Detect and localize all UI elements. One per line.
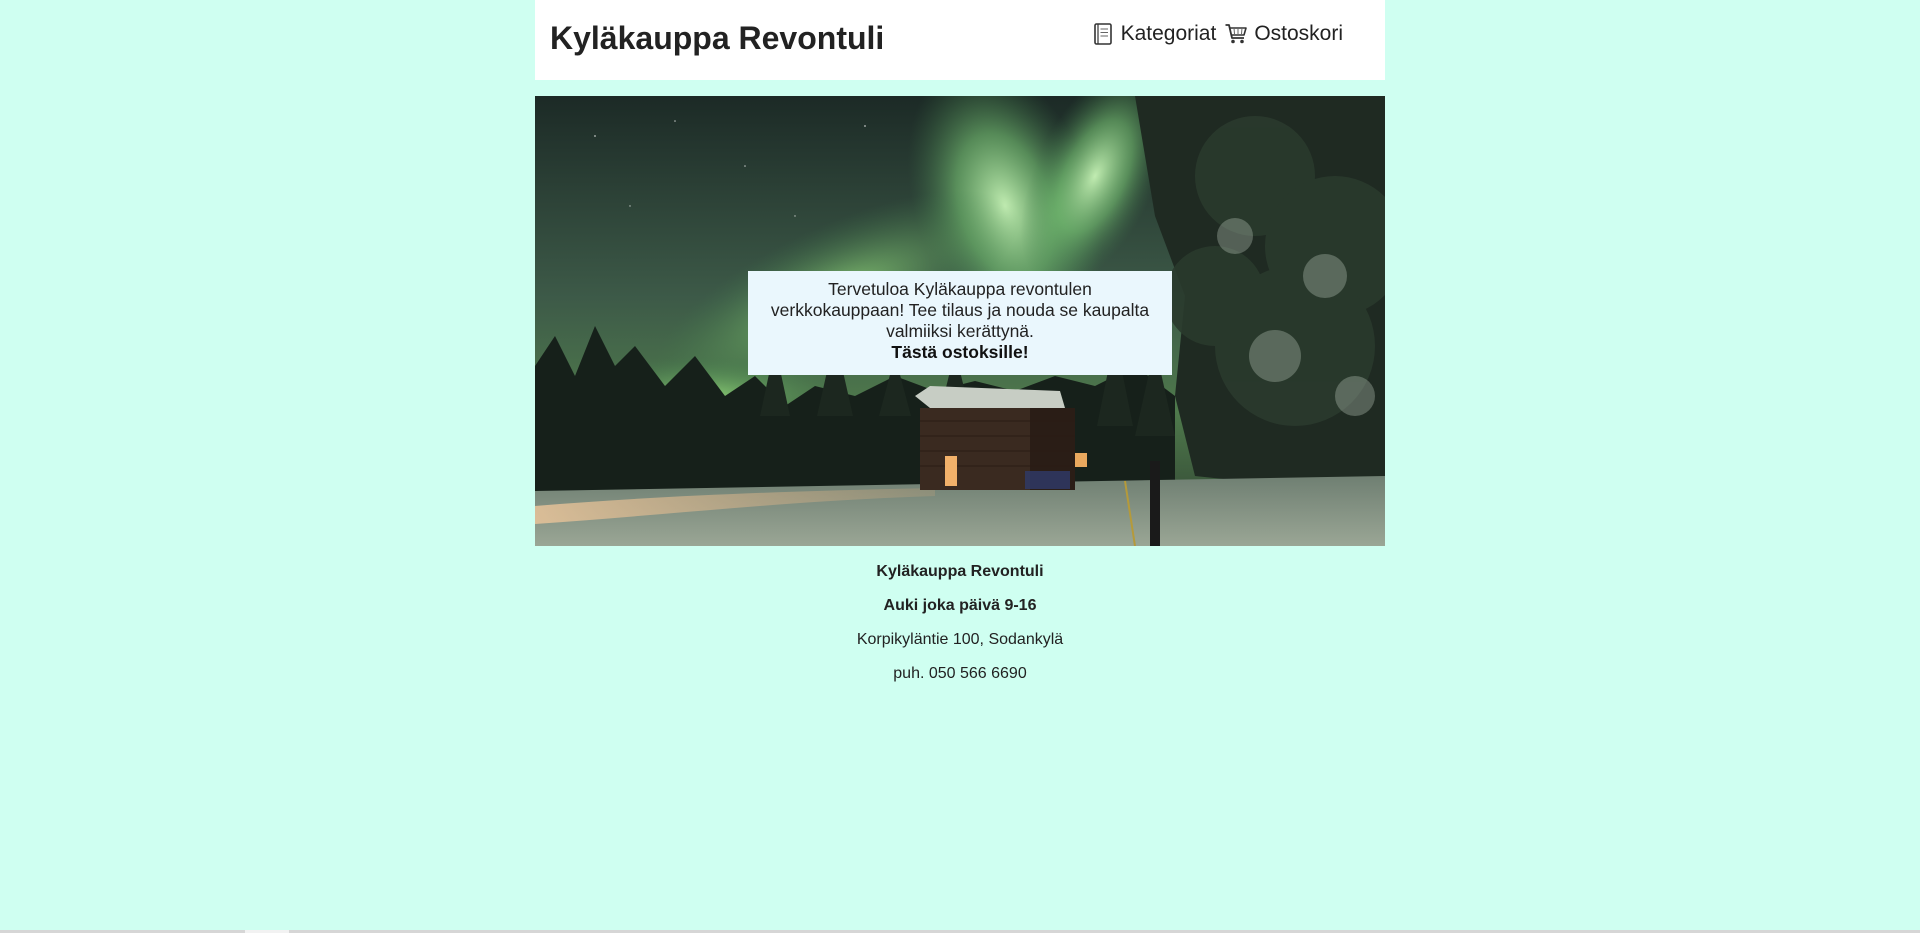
site-title[interactable]: Kyläkauppa Revontuli [550,20,884,57]
nav-label-ostoskori: Ostoskori [1254,22,1343,45]
menu-book-icon [1093,23,1112,45]
footer-address: Korpikyläntie 100, Sodankylä [856,631,1064,648]
shop-now-link[interactable]: Tästä ostoksille! [762,342,1158,363]
site-footer: Kyläkauppa Revontuli Auki joka päivä 9-1… [535,563,1385,699]
welcome-box: Tervetuloa Kyläkauppa revontulen verkkok… [748,271,1172,375]
footer-store-name: Kyläkauppa Revontuli [876,563,1044,580]
hero-banner: Tervetuloa Kyläkauppa revontulen verkkok… [535,96,1385,546]
footer-opening-hours: Auki joka päivä 9-16 [883,597,1037,614]
site-header: Kyläkauppa Revontuli Kategoriat Ostoskor… [535,0,1385,80]
welcome-text: Tervetuloa Kyläkauppa revontulen verkkok… [770,279,1150,341]
shopping-cart-icon [1225,24,1248,44]
nav-item-ostoskori[interactable]: Ostoskori [1224,22,1343,46]
nav-label-kategoriat: Kategoriat [1120,22,1217,45]
nav-item-kategoriat[interactable]: Kategoriat [1091,22,1217,46]
footer-phone: puh. 050 566 6690 [893,665,1027,682]
main-nav: Kategoriat Ostoskori [1091,22,1343,46]
page: Kyläkauppa Revontuli Kategoriat Ostoskor… [0,0,1920,933]
